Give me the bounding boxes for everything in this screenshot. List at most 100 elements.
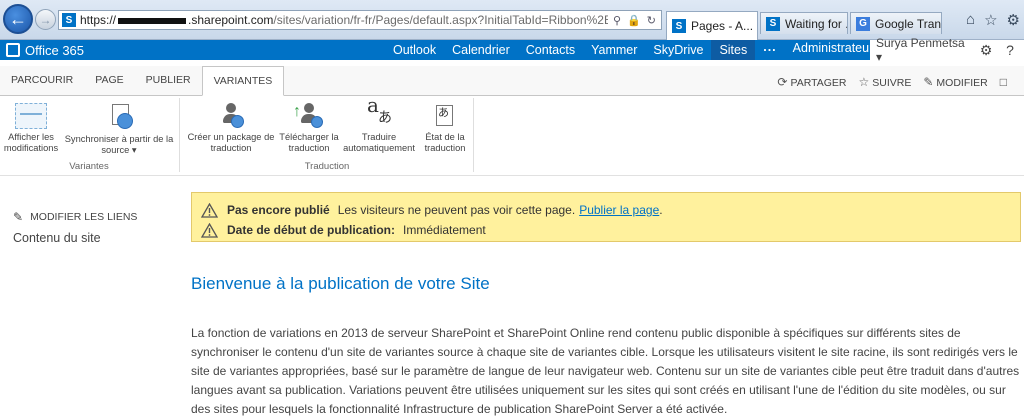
- status-row-not-published: Pas encore publié Les visiteurs ne peuve…: [201, 200, 1020, 220]
- sharepoint-icon: S: [766, 16, 780, 31]
- suite-link-contacts[interactable]: Contacts: [518, 40, 583, 60]
- button-label-line2: source: [101, 144, 130, 155]
- group-divider: [179, 98, 180, 172]
- translation-status-button[interactable]: あ État de la traduction: [417, 103, 473, 153]
- address-bar[interactable]: S https:// .sharepoint.com/sites/variatio…: [58, 10, 662, 30]
- status-punctuation: .: [659, 203, 663, 217]
- button-label-line2: modifications: [3, 142, 59, 153]
- follow-button[interactable]: ☆ SUIVRE: [858, 75, 911, 89]
- suite-link-yammer[interactable]: Yammer: [583, 40, 645, 60]
- button-label-line2: traduction: [210, 142, 252, 153]
- group-label-variantes: Variantes: [69, 161, 109, 172]
- page-title: Bienvenue à la publication de votre Site: [191, 274, 490, 293]
- status-row-start-date: Date de début de publication: Immédiatem…: [201, 220, 1020, 240]
- button-label-line1: Télécharger la: [279, 132, 339, 142]
- pencil-icon: ✎: [923, 75, 934, 89]
- redacted-url-segment: [118, 17, 187, 24]
- more-apps-button[interactable]: ...: [755, 40, 784, 60]
- compare-icon: [15, 103, 47, 129]
- forward-button[interactable]: →: [35, 9, 56, 30]
- google-translate-icon: G: [856, 16, 870, 31]
- button-label-line2: automatiquement: [343, 142, 415, 153]
- browser-tab-google-translate[interactable]: G Google Tran...: [850, 12, 942, 34]
- ribbon-group-variantes: Afficher les modifications Synchroniser …: [0, 96, 178, 176]
- tab-variantes[interactable]: VARIANTES: [201, 66, 285, 96]
- sync-from-source-button[interactable]: Synchroniser à partir de la source ▾: [60, 103, 178, 155]
- user-menu[interactable]: Surya Penmetsa ▾: [870, 36, 974, 64]
- button-label-line1: Créer un package de: [187, 132, 275, 142]
- publish-page-link[interactable]: Publier la page: [579, 203, 659, 217]
- upload-translation-icon: ↑: [293, 103, 325, 129]
- group-label-traduction: Traduction: [304, 161, 350, 172]
- ribbon-group-traduction: Créer un package de traduction ↑ Télécha…: [181, 93, 473, 176]
- focus-content-button[interactable]: □: [1000, 75, 1010, 89]
- admin-label: Administrateur: [792, 41, 874, 55]
- sync-icon: [104, 103, 134, 131]
- user-name: Surya Penmetsa: [876, 36, 965, 50]
- button-label-line1: État de la: [425, 132, 465, 142]
- button-label-line2: traduction: [288, 142, 330, 153]
- focus-icon: □: [999, 75, 1007, 89]
- button-label-line2: traduction: [424, 142, 466, 153]
- star-icon: ☆: [858, 75, 870, 89]
- machine-translate-icon: a あ: [367, 93, 392, 125]
- suite-link-calendar[interactable]: Calendrier: [444, 40, 518, 60]
- home-icon[interactable]: ⌂: [966, 11, 975, 29]
- office365-logo-icon: [6, 43, 20, 57]
- browser-tab-waiting[interactable]: S Waiting for ...: [760, 12, 848, 34]
- share-icon: ⟳: [777, 75, 788, 89]
- edit-links-button[interactable]: ✎ MODIFIER LES LIENS: [13, 210, 183, 224]
- upload-translation-button[interactable]: ↑ Télécharger la traduction: [277, 103, 341, 153]
- url-text[interactable]: https:// .sharepoint.com/sites/variation/…: [80, 13, 608, 27]
- chevron-down-icon: ▾: [131, 144, 137, 155]
- suite-link-sites[interactable]: Sites: [711, 40, 756, 60]
- share-button[interactable]: ⟳ PARTAGER: [777, 75, 846, 89]
- button-label-line1: Synchroniser à partir de la: [64, 134, 174, 144]
- office365-brand[interactable]: Office 365: [0, 43, 385, 58]
- back-button[interactable]: ←: [3, 4, 33, 34]
- sharepoint-icon: S: [672, 19, 686, 33]
- search-icon[interactable]: ⚲: [613, 14, 621, 27]
- show-changes-button[interactable]: Afficher les modifications: [2, 103, 60, 153]
- button-label-line1: Traduire: [361, 132, 397, 142]
- create-translation-package-button[interactable]: Créer un package de traduction: [183, 103, 279, 153]
- nav-item-site-contents[interactable]: Contenu du site: [13, 231, 183, 245]
- create-package-icon: [215, 103, 247, 129]
- lock-icon[interactable]: 🔒: [627, 14, 641, 27]
- help-icon[interactable]: ?: [998, 42, 1022, 58]
- url-prefix: https://: [80, 13, 117, 27]
- machine-translate-button[interactable]: a あ Traduire automatiquement: [339, 93, 419, 153]
- url-domain: .sharepoint.com: [188, 13, 274, 27]
- settings-gear-icon[interactable]: ⚙: [974, 42, 998, 59]
- tab-parcourir[interactable]: PARCOURIR: [0, 66, 84, 95]
- browser-tab-pages[interactable]: S Pages - A... ✕: [666, 11, 758, 40]
- favorites-star-icon[interactable]: ☆: [984, 11, 997, 29]
- status-text: Immédiatement: [403, 223, 486, 237]
- suite-link-outlook[interactable]: Outlook: [385, 40, 444, 60]
- follow-label: SUIVRE: [872, 77, 912, 89]
- group-divider: [473, 98, 474, 172]
- settings-gear-icon[interactable]: ⚙: [1007, 11, 1020, 29]
- page-body-text: La fonction de variations en 2013 de ser…: [191, 326, 1020, 416]
- tab-page[interactable]: PAGE: [84, 66, 134, 95]
- translation-status-icon: あ: [429, 103, 461, 129]
- left-navigation: ✎ MODIFIER LES LIENS Contenu du site: [13, 210, 183, 245]
- status-title: Date de début de publication:: [227, 223, 396, 237]
- refresh-icon[interactable]: ↻: [647, 14, 656, 27]
- suite-link-skydrive[interactable]: SkyDrive: [645, 40, 711, 60]
- user-area: Surya Penmetsa ▾ ⚙ ?: [870, 36, 1024, 64]
- ribbon-tab-bar: PARCOURIR PAGE PUBLIER VARIANTES ⟳ PARTAG…: [0, 66, 1024, 96]
- browser-chrome: ← → S https:// .sharepoint.com/sites/vari…: [0, 0, 1024, 40]
- forward-arrow-icon: →: [39, 12, 52, 27]
- sharepoint-site-icon: S: [62, 13, 76, 27]
- tab-label: Pages - A...: [691, 19, 754, 33]
- back-arrow-icon: ←: [9, 8, 27, 29]
- status-title: Pas encore publié: [227, 203, 330, 217]
- warning-icon: [201, 222, 218, 238]
- chevron-down-icon: ▾: [876, 50, 883, 64]
- share-label: PARTAGER: [790, 77, 847, 89]
- tab-publier[interactable]: PUBLIER: [135, 66, 202, 95]
- edit-button[interactable]: ✎ MODIFIER: [923, 75, 987, 89]
- status-text: Les visiteurs ne peuvent pas voir cette …: [337, 203, 576, 217]
- warning-icon: [201, 202, 218, 218]
